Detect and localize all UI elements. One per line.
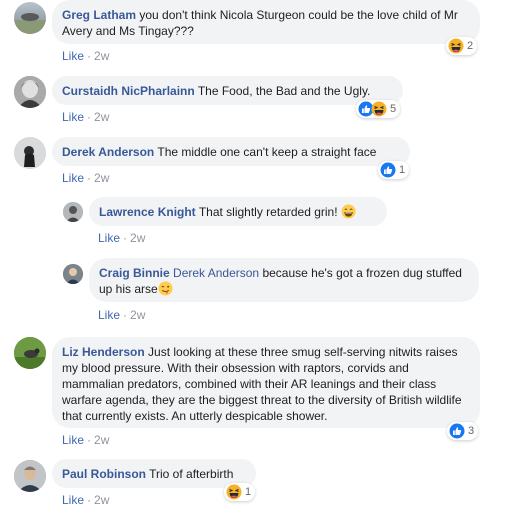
mention-link[interactable]: Derek Anderson — [173, 266, 259, 280]
reaction-count: 3 — [468, 425, 475, 437]
avatar-image — [14, 337, 46, 369]
comment-text: That slightly retarded grin! — [198, 205, 338, 219]
reaction-count: 1 — [245, 486, 252, 498]
avatar-image — [14, 76, 46, 108]
comment-bubble: Derek Anderson The middle one can't keep… — [52, 137, 410, 166]
laughing-emoji-icon — [340, 204, 356, 219]
timestamp[interactable]: 2w — [130, 231, 145, 245]
avatar[interactable] — [14, 76, 46, 108]
reaction-summary[interactable]: 5 — [356, 100, 401, 118]
reply-bubble: Craig Binnie Derek Anderson because he's… — [89, 258, 479, 302]
separator: · — [123, 231, 128, 245]
like-icon — [380, 162, 396, 178]
like-button[interactable]: Like — [62, 493, 84, 507]
comment-bubble: Liz Henderson Just looking at these thre… — [52, 337, 480, 428]
separator: · — [87, 171, 92, 185]
avatar[interactable] — [63, 264, 83, 284]
avatar[interactable] — [14, 460, 46, 492]
comment-author[interactable]: Craig Binnie — [99, 266, 170, 280]
like-button[interactable]: Like — [62, 433, 84, 447]
comment-bubble: Curstaidh NicPharlainn The Food, the Bad… — [52, 76, 403, 105]
separator: · — [87, 110, 92, 124]
like-icon — [449, 423, 465, 439]
reply-bubble: Lawrence Knight That slightly retarded g… — [89, 197, 387, 226]
haha-icon — [371, 101, 387, 117]
reaction-summary[interactable]: 1 — [224, 483, 256, 501]
reaction-summary[interactable]: 1 — [378, 161, 410, 179]
winking-tongue-emoji-icon — [157, 281, 173, 296]
timestamp[interactable]: 2w — [94, 493, 109, 507]
comment-author[interactable]: Curstaidh NicPharlainn — [62, 84, 195, 98]
comment-author[interactable]: Derek Anderson — [62, 145, 154, 159]
avatar-image — [14, 460, 46, 492]
separator: · — [87, 493, 92, 507]
comment-bubble: Greg Latham you don't think Nicola Sturg… — [52, 0, 480, 44]
like-button[interactable]: Like — [98, 231, 120, 245]
comment-author[interactable]: Greg Latham — [62, 8, 136, 22]
comment-author[interactable]: Lawrence Knight — [99, 205, 196, 219]
reaction-count: 1 — [399, 164, 406, 176]
avatar-image — [63, 264, 83, 284]
separator: · — [123, 308, 128, 322]
like-button[interactable]: Like — [98, 308, 120, 322]
comment-text: The Food, the Bad and the Ugly. — [197, 84, 371, 98]
reaction-summary[interactable]: 3 — [447, 422, 479, 440]
comment-text: Trio of afterbirth — [149, 467, 234, 481]
avatar[interactable] — [14, 337, 46, 369]
timestamp[interactable]: 2w — [94, 433, 109, 447]
separator: · — [87, 433, 92, 447]
avatar-image — [14, 13, 46, 34]
avatar-image — [63, 202, 83, 222]
reaction-summary[interactable]: 2 — [446, 37, 478, 55]
avatar[interactable] — [63, 202, 83, 222]
timestamp[interactable]: 2w — [130, 308, 145, 322]
comment-author[interactable]: Liz Henderson — [62, 345, 145, 359]
avatar[interactable] — [14, 2, 46, 34]
comment-text: The middle one can't keep a straight fac… — [157, 145, 377, 159]
avatar-image — [14, 137, 46, 169]
timestamp[interactable]: 2w — [94, 110, 109, 124]
haha-icon — [448, 38, 464, 54]
comment-author[interactable]: Paul Robinson — [62, 467, 146, 481]
reaction-count: 5 — [390, 103, 397, 115]
timestamp[interactable]: 2w — [94, 171, 109, 185]
like-button[interactable]: Like — [62, 49, 84, 63]
reaction-count: 2 — [467, 40, 474, 52]
separator: · — [87, 49, 92, 63]
haha-icon — [226, 484, 242, 500]
like-button[interactable]: Like — [62, 171, 84, 185]
like-button[interactable]: Like — [62, 110, 84, 124]
avatar[interactable] — [14, 137, 46, 169]
timestamp[interactable]: 2w — [94, 49, 109, 63]
